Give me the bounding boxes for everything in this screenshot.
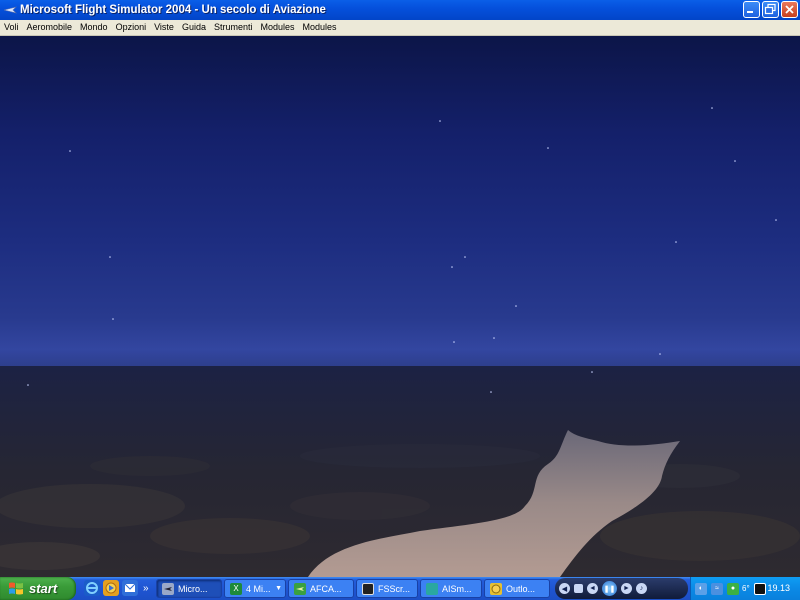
window-title: Microsoft Flight Simulator 2004 - Un sec… (20, 4, 326, 16)
task-button-aismooth[interactable]: AISm... (420, 579, 482, 598)
flight-sim-window: Microsoft Flight Simulator 2004 - Un sec… (0, 0, 800, 600)
start-button[interactable]: start (0, 577, 76, 600)
scenery-svg (0, 107, 800, 577)
outlook-icon (490, 582, 502, 595)
restore-button[interactable] (762, 1, 779, 18)
task-button-flight-sim[interactable]: Micro... (156, 579, 222, 598)
menu-modules-1[interactable]: Modules (257, 20, 299, 35)
task-label: Micro... (178, 583, 208, 594)
menu-modules-2[interactable]: Modules (299, 20, 341, 35)
chevron-down-icon: ▼ (275, 585, 282, 592)
network-icon[interactable]: ◐ (695, 582, 707, 595)
task-button-excel[interactable]: X 4 Mi... ▼ (224, 579, 286, 598)
excel-icon: X (230, 582, 242, 595)
clock[interactable]: 19.13 (767, 583, 790, 593)
menu-bar: Voli Aeromobile Mondo Opzioni Viste Guid… (0, 20, 800, 36)
menu-guida[interactable]: Guida (178, 20, 210, 35)
task-label: FSScr... (378, 583, 411, 594)
system-tray: ◐ ≈ ● 6° 19.13 (690, 577, 800, 600)
task-label: Outlo... (506, 583, 536, 594)
menu-aeromobile[interactable]: Aeromobile (23, 20, 77, 35)
menu-strumenti[interactable]: Strumenti (210, 20, 257, 35)
aismooth-icon (426, 582, 438, 595)
menu-mondo[interactable]: Mondo (76, 20, 112, 35)
task-button-afcad[interactable]: AFCA... (288, 579, 354, 598)
taskbar: start » Micro... X 4 Mi... ▼ AFCA... FSS… (0, 577, 800, 600)
forward-button[interactable]: ► (621, 583, 632, 594)
menu-opzioni[interactable]: Opzioni (112, 20, 151, 35)
stop-button[interactable] (574, 584, 583, 593)
menu-viste[interactable]: Viste (150, 20, 178, 35)
ie-icon[interactable] (84, 580, 100, 596)
flight-sim-icon (162, 582, 174, 595)
minimize-button[interactable] (743, 1, 760, 18)
flight-sim-icon (3, 3, 17, 17)
rewind-button[interactable]: ◄ (587, 583, 598, 594)
volume-icon[interactable]: ♪ (636, 583, 647, 594)
fsscreen-icon (362, 582, 374, 595)
app-tray-icon[interactable] (753, 582, 766, 595)
task-label: AFCA... (310, 583, 342, 594)
task-button-fsscreen[interactable]: FSScr... (356, 579, 418, 598)
stars (27, 107, 777, 393)
quick-launch: » (84, 580, 149, 596)
messenger-icon[interactable]: ● (727, 582, 739, 595)
close-button[interactable] (781, 1, 798, 18)
weather-temp[interactable]: 6° (742, 584, 750, 593)
prev-icon[interactable]: ◀ (559, 583, 570, 594)
start-label: start (29, 581, 58, 596)
afcad-icon (294, 582, 306, 595)
title-bar[interactable]: Microsoft Flight Simulator 2004 - Un sec… (0, 0, 800, 20)
task-label: AISm... (442, 583, 472, 594)
quick-launch-more-button[interactable]: » (143, 583, 149, 594)
task-label: 4 Mi... (246, 583, 271, 594)
wireless-icon[interactable]: ≈ (711, 582, 723, 595)
media-icon[interactable] (103, 580, 119, 596)
outlook-icon[interactable] (122, 580, 138, 596)
menu-voli[interactable]: Voli (0, 20, 23, 35)
task-button-outlook[interactable]: Outlo... (484, 579, 550, 598)
media-player-toolbar: ◀ ◄ ❚❚ ► ♪ (555, 578, 688, 599)
windows-logo-icon (8, 581, 24, 597)
play-pause-button[interactable]: ❚❚ (602, 581, 617, 596)
flight-viewport[interactable] (0, 36, 800, 577)
